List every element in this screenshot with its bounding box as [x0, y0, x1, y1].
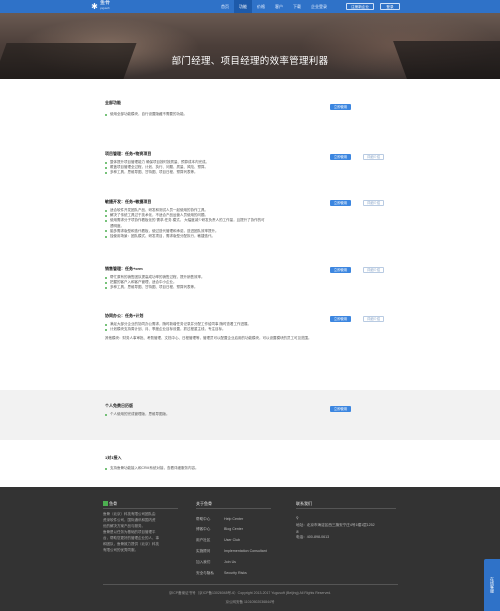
use-now-button[interactable]: 立即使用 [330, 406, 351, 412]
nav-home[interactable]: 首页 [216, 0, 234, 13]
logo-subtext: yugusoft [100, 7, 110, 10]
logo[interactable]: ✱ 鱼骨 yugusoft [90, 1, 110, 11]
phone-icon: ✆ [296, 530, 300, 534]
register-button[interactable]: 注册新企业 [346, 3, 374, 10]
main-nav: 首页 功能 价格 客户 下载 企业登录 [216, 0, 332, 13]
brand-icon [103, 501, 108, 507]
fishbone-logo-icon: ✱ [91, 1, 98, 11]
nav-features[interactable]: 功能 [234, 0, 252, 13]
online-service-tab[interactable]: 在线客服 [484, 559, 500, 611]
section-agile-development: 敏捷开发：任务+敏捷项目 适合软件开发团队产品、研发和测试人员一起使用的协作工具… [105, 199, 395, 239]
section-title: 敏捷开发：任务+敏捷项目 [105, 199, 152, 204]
footer-link-security[interactable]: Security Risks [224, 571, 247, 575]
section-title: 1对1接入 [105, 455, 122, 460]
list-item: 支持鱼骨功能接入和CRM系统对接，查看详细服务内容。 [105, 466, 395, 471]
footer-about: 鱼骨（北京）科技有限公司团队由 资深软件公司，国际通讯和国内资 优的解决方案产品… [103, 512, 159, 552]
nav-pricing[interactable]: 价格 [252, 0, 270, 13]
bullet-icon [105, 113, 107, 116]
top-navbar: ✱ 鱼骨 yugusoft 首页 功能 价格 客户 下载 企业登录 注册新企业 … [0, 0, 500, 13]
footer: 鱼骨 鱼骨（北京）科技有限公司团队由 资深软件公司，国际通讯和国内资 优的解决方… [0, 487, 500, 611]
details-button[interactable]: 详细介绍 [363, 267, 384, 273]
details-button[interactable]: 详细介绍 [363, 154, 384, 160]
list-item: 个人使用的完成管理版，思维导图版。 [105, 412, 395, 417]
footer-link-consultant-zh[interactable]: 实施顾问 [196, 549, 210, 554]
location-pin-icon: ⚲ [296, 516, 299, 520]
footer-phone: 电话：400-898-0613 [296, 535, 330, 539]
section-onboarding: 1对1接入 支持鱼骨功能接入和CRM系统对接，查看详细服务内容。 [105, 455, 395, 471]
footer-brand: 鱼骨 [103, 501, 117, 507]
use-now-button[interactable]: 立即使用 [330, 154, 351, 160]
footer-address: 地址：北京市海淀区西三旗安宁庄4号1幢1层1252 [296, 523, 375, 527]
section-all-features: 全部功能 使用全部功能模块，自行设置隐藏不需要的功能。 [105, 100, 395, 117]
footer-link-help-zh[interactable]: 帮助中心 [196, 517, 210, 522]
icp-record[interactable]: 京公网安备 11010502036844号 [0, 600, 500, 605]
list-item: 多种工具，思维导图、甘特图、项目日程、预算列表等。 [105, 285, 395, 290]
section-project-management: 项目管理：任务+物资项目 整体提升项目管理能力 确保项目按时按质量、预算成本内完… [105, 151, 395, 176]
hero-banner: 部门经理、项目经理的效率管理利器 [0, 13, 500, 79]
details-button[interactable]: 详细介绍 [363, 200, 384, 206]
section-title: 项目管理：任务+物资项目 [105, 151, 152, 156]
footer-link-club-zh[interactable]: 用户社区 [196, 538, 210, 543]
section-title: 销售管理：任务+crm [105, 266, 143, 271]
section-personal: 个人免费日历版 个人使用的完成管理版，思维导图版。 [105, 403, 395, 417]
nav-enterprise-login[interactable]: 企业登录 [306, 0, 332, 13]
section-title: 全部功能 [105, 100, 121, 105]
section-title: 协同办公：任务+计划 [105, 313, 144, 318]
footer-link-join[interactable]: Join Us [224, 560, 236, 564]
footer-links-title: 关于鱼骨 [196, 501, 212, 506]
hero-title: 部门经理、项目经理的效率管理利器 [171, 56, 329, 67]
nav-customers[interactable]: 客户 [270, 0, 288, 13]
use-now-button[interactable]: 立即使用 [330, 316, 351, 322]
nav-download[interactable]: 下载 [288, 0, 306, 13]
footer-link-blog-zh[interactable]: 博客中心 [196, 527, 210, 532]
section-collaboration: 协同办公：任务+计划 满足大部分企业的协同办公需求，随时新增任务记录并分配工作给… [105, 313, 395, 332]
footer-link-security-zh[interactable]: 安全与隐私 [196, 571, 214, 576]
list-item: 独使用场景：团队模式、研发项目，需求版型分配执行，敏捷迭代。 [105, 234, 395, 239]
details-button[interactable]: 详细介绍 [363, 316, 384, 322]
footer-contact-title: 联系我们 [296, 501, 312, 506]
copyright: 京ICP备案证书号（京ICP备13026048号-6）Copyright 201… [168, 591, 332, 595]
use-now-button[interactable]: 立即使用 [330, 104, 351, 110]
other-modules-text: 其他模块：财务人事审批、考勤管理、文档中心、日程管理等，管理员可以配置企业启用的… [105, 336, 312, 340]
list-item: 多种工具，思维导图、甘特图、项目日程、预算列表等。 [105, 170, 395, 175]
section-sales-management: 销售管理：任务+crm 帮忙原有的销售团队提高成功率的销售过程，提升销售效率。 … [105, 266, 395, 291]
login-button[interactable]: 登录 [380, 3, 400, 10]
footer-link-help[interactable]: Help Center [224, 517, 243, 521]
use-now-button[interactable]: 立即使用 [330, 200, 351, 206]
list-item: 计划模块支持周计划、月、季度企业目标设置，抓过程重主线，专注目标。 [105, 327, 395, 332]
footer-link-consultant[interactable]: Implementation Consultant [224, 549, 267, 553]
footer-link-club[interactable]: User Club [224, 538, 240, 542]
list-item: 使用全部功能模块，自行设置隐藏不需要的功能。 [105, 112, 395, 117]
footer-link-blog[interactable]: Blog Center [224, 527, 243, 531]
footer-link-join-zh[interactable]: 加入我们 [196, 560, 210, 565]
section-title: 个人免费日历版 [105, 403, 133, 408]
use-now-button[interactable]: 立即使用 [330, 267, 351, 273]
